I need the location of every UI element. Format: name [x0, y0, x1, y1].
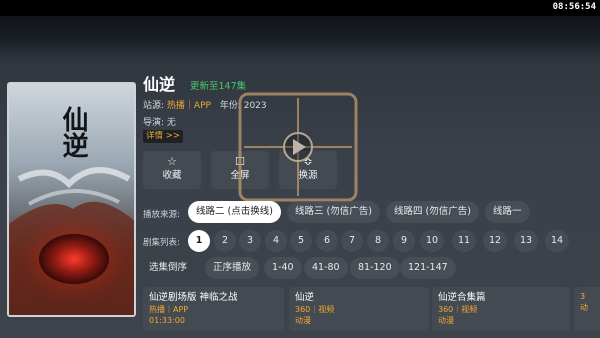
episode-button-6[interactable]: 6: [316, 230, 338, 252]
source-pill-2[interactable]: 线路二 (点击换线): [188, 201, 281, 223]
meta-source-year: 站源: 热播｜APP 年份: 2023: [143, 98, 267, 111]
related-card-extra: 动漫: [295, 316, 311, 325]
related-card-title: 仙逆: [295, 292, 315, 303]
related-card[interactable]: 仙逆剧场版 神临之战 热播｜APP 01:33:00: [143, 287, 284, 331]
meta-director: 导演: 无: [143, 115, 176, 128]
episode-button-11[interactable]: 11: [452, 230, 476, 252]
source-pill-4[interactable]: 线路四 (勿信广告): [386, 201, 479, 223]
related-card-source: 360｜视频: [438, 305, 478, 314]
episode-button-4[interactable]: 4: [265, 230, 287, 252]
episode-button-2[interactable]: 2: [214, 230, 236, 252]
source-pill-1[interactable]: 线路一: [485, 201, 530, 223]
related-card-extra: 01:33:00: [149, 316, 185, 325]
episode-button-1[interactable]: 1: [188, 230, 210, 252]
episode-button-14[interactable]: 14: [545, 230, 569, 252]
director-label: 导演:: [143, 118, 165, 128]
related-card-source: 360｜视频: [295, 305, 335, 314]
related-card-title: 仙逆剧场版 神临之战: [149, 292, 238, 303]
director-value: 无: [166, 118, 176, 128]
range-1-40[interactable]: 1-40: [264, 257, 302, 279]
site-value: 热播｜APP: [166, 101, 211, 111]
episode-button-7[interactable]: 7: [341, 230, 363, 252]
episodes-label: 剧集列表:: [143, 238, 180, 248]
swap-icon: ≎: [303, 155, 313, 168]
range-121-147[interactable]: 121-147: [400, 257, 456, 279]
related-card-source: 热播｜APP: [149, 305, 189, 314]
reverse-order-button[interactable]: 选集倒序: [143, 257, 193, 279]
related-card-extra: 动漫: [438, 316, 454, 325]
related-card[interactable]: 仙逆 360｜视频 动漫: [289, 287, 429, 331]
status-bar: 08:56:54: [0, 0, 600, 16]
page-title: 仙逆: [143, 75, 176, 94]
poster-eye-art: [39, 234, 109, 284]
related-card[interactable]: 3 动: [574, 287, 600, 331]
forward-play-button[interactable]: 正序播放: [205, 257, 260, 279]
sources-label: 播放来源:: [143, 210, 180, 220]
related-card[interactable]: 仙逆合集篇 360｜视频 动漫: [432, 287, 570, 331]
fullscreen-button[interactable]: ☐ 全屏: [211, 151, 269, 189]
update-status: 更新至147集: [190, 81, 247, 92]
episode-button-8[interactable]: 8: [367, 230, 389, 252]
range-81-120[interactable]: 81-120: [350, 257, 400, 279]
episode-button-3[interactable]: 3: [239, 230, 261, 252]
episode-button-12[interactable]: 12: [483, 230, 507, 252]
related-card-title: 仙逆合集篇: [438, 292, 486, 303]
related-card-extra: 动: [580, 303, 588, 312]
episode-button-10[interactable]: 10: [420, 230, 444, 252]
year-value: 2023: [243, 101, 267, 111]
poster-image[interactable]: 仙逆: [7, 82, 136, 317]
swap-source-button[interactable]: ≎ 换源: [279, 151, 337, 189]
details-link[interactable]: 详情 >>: [143, 130, 183, 143]
range-41-80[interactable]: 41-80: [304, 257, 348, 279]
year-label: 年份:: [219, 101, 241, 111]
site-label: 站源:: [143, 101, 165, 111]
clock: 08:56:54: [552, 2, 596, 12]
fullscreen-label: 全屏: [230, 170, 250, 181]
favorite-button[interactable]: ☆ 收藏: [143, 151, 201, 189]
fullscreen-icon: ☐: [235, 155, 245, 168]
episode-button-13[interactable]: 13: [514, 230, 538, 252]
related-card-source: 3: [580, 292, 586, 301]
star-icon: ☆: [167, 155, 177, 168]
swap-source-label: 换源: [298, 170, 318, 181]
source-pill-3[interactable]: 线路三 (勿信广告): [287, 201, 380, 223]
poster-calligraphy: 仙逆: [58, 106, 88, 158]
favorite-label: 收藏: [162, 170, 182, 181]
episode-button-9[interactable]: 9: [393, 230, 415, 252]
episode-button-5[interactable]: 5: [290, 230, 312, 252]
